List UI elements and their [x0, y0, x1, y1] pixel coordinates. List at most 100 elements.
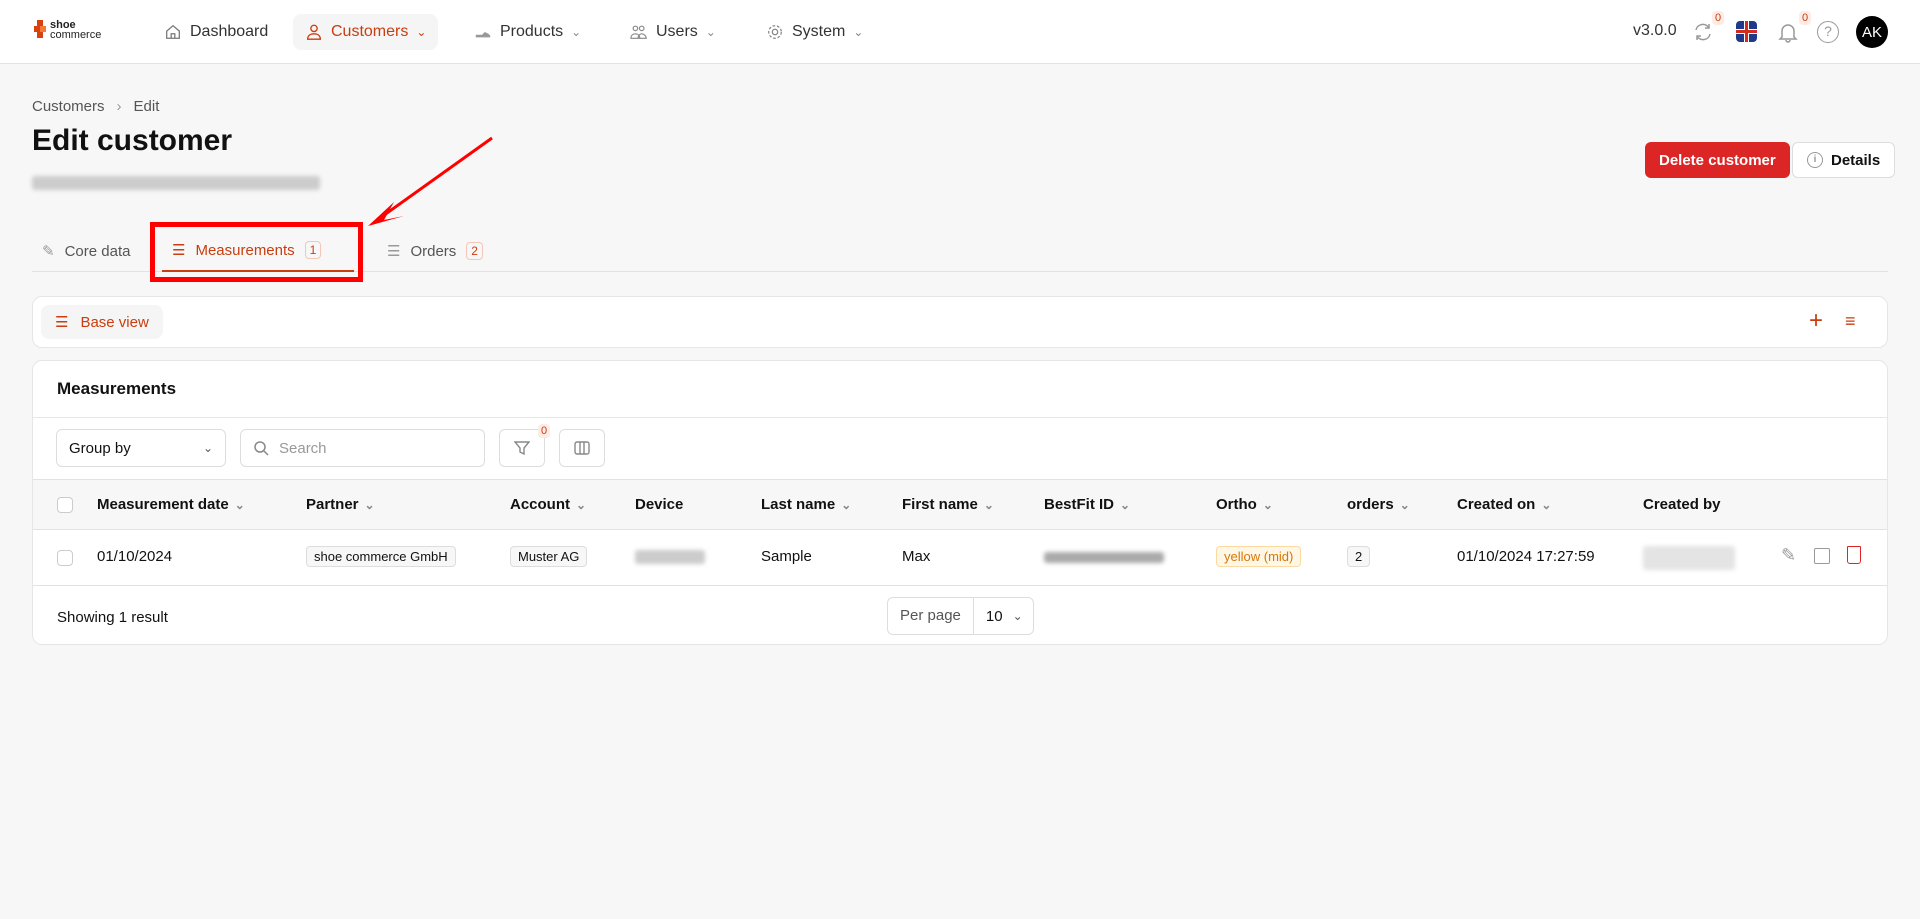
col-orders[interactable]: orders ⌄ — [1347, 496, 1410, 513]
avatar[interactable]: AK — [1856, 16, 1888, 48]
cell-account: Muster AG — [510, 546, 588, 567]
users-icon — [630, 25, 647, 39]
tab-label: Core data — [64, 242, 131, 260]
search-icon — [254, 441, 269, 456]
logo-text-2: commerce — [50, 29, 102, 41]
notifications-button[interactable]: 0 — [1777, 11, 1812, 43]
tab-core-data[interactable]: ✎ Core data — [32, 230, 140, 272]
details-label: Details — [1831, 151, 1881, 169]
chevron-down-icon: ⌄ — [571, 25, 582, 39]
sort-icon: ⌄ — [1399, 497, 1410, 512]
col-created-on[interactable]: Created on ⌄ — [1457, 496, 1551, 513]
nav-system[interactable]: System ⌄ — [754, 14, 875, 50]
details-button[interactable]: i Details — [1792, 142, 1896, 178]
filter-badge: 0 — [538, 424, 551, 438]
nav-users[interactable]: Users ⌄ — [618, 14, 728, 50]
edit-row-icon[interactable]: ✎ — [1781, 545, 1796, 566]
col-partner[interactable]: Partner ⌄ — [306, 496, 375, 513]
sort-icon: ⌄ — [841, 497, 852, 512]
top-navbar: shoe commerce Dashboard Customers ⌄ Produc… — [0, 0, 1920, 64]
base-view-label: Base view — [80, 313, 149, 331]
chevron-right-icon: › — [116, 98, 122, 115]
card-title: Measurements — [57, 379, 177, 398]
language-flag-uk[interactable] — [1736, 21, 1757, 42]
nav-label: System — [792, 23, 846, 40]
col-device: Device — [635, 496, 684, 513]
info-icon: i — [1807, 152, 1823, 168]
cell-bestfit-redacted — [1044, 552, 1164, 563]
gear-icon — [768, 25, 782, 39]
help-icon[interactable]: ? — [1817, 21, 1839, 43]
shoe-icon — [475, 32, 491, 38]
tab-label: Orders — [410, 242, 457, 260]
cell-device-redacted — [635, 550, 705, 564]
sort-icon: ⌄ — [1262, 497, 1273, 512]
chevron-down-icon: ⌄ — [202, 441, 213, 455]
measurements-card: Measurements Group by ⌄ Search 0 Measurem… — [32, 360, 1888, 645]
list-icon: ☰ — [387, 243, 401, 260]
breadcrumb-customers[interactable]: Customers — [32, 98, 105, 115]
edit-icon: ✎ — [42, 243, 55, 260]
delete-customer-button[interactable]: Delete customer — [1645, 142, 1790, 178]
filter-button[interactable]: 0 — [499, 424, 551, 467]
group-by-select[interactable]: Group by ⌄ — [56, 429, 226, 467]
col-measurement-date[interactable]: Measurement date ⌄ — [97, 496, 245, 513]
archive-row-icon[interactable] — [1814, 548, 1830, 564]
per-page-value: 10 — [985, 607, 1003, 625]
logo-mark-icon — [34, 20, 46, 40]
search-input[interactable]: Search — [240, 429, 485, 467]
delete-row-icon[interactable] — [1847, 546, 1861, 564]
nav-label: Customers — [331, 23, 409, 40]
customer-subtitle-redacted — [32, 176, 320, 190]
cell-created-on: 01/10/2024 17:27:59 — [1457, 548, 1595, 565]
base-view-button[interactable]: ☰ Base view — [41, 305, 163, 339]
bell-icon — [1778, 24, 1798, 43]
row-checkbox[interactable] — [57, 550, 73, 566]
cell-first-name: Max — [902, 548, 931, 565]
ortho-badge: yellow (mid) — [1216, 546, 1302, 567]
col-last-name[interactable]: Last name ⌄ — [761, 496, 851, 513]
nav-label: Users — [656, 23, 698, 40]
chevron-down-icon: ⌄ — [853, 25, 864, 39]
per-page-label: Per page — [888, 598, 974, 634]
sync-icon — [1695, 23, 1711, 41]
nav-label: Dashboard — [190, 23, 269, 40]
user-icon — [307, 24, 321, 40]
nav-products[interactable]: Products ⌄ — [462, 14, 593, 50]
chevron-down-icon: ⌄ — [705, 25, 716, 39]
col-ortho[interactable]: Ortho ⌄ — [1216, 496, 1273, 513]
chevron-down-icon: ⌄ — [1012, 609, 1023, 623]
logo[interactable]: shoe commerce — [34, 20, 102, 41]
group-by-label: Group by — [69, 439, 131, 457]
columns-button[interactable] — [559, 429, 605, 467]
page-title: Edit customer — [32, 124, 233, 157]
highlight-box-annotation — [150, 222, 363, 282]
nav-label: Products — [500, 23, 564, 40]
notifications-badge: 0 — [1799, 11, 1812, 25]
col-account[interactable]: Account ⌄ — [510, 496, 586, 513]
sync-button[interactable]: 0 — [1692, 11, 1725, 43]
tab-orders[interactable]: ☰ Orders 2 — [377, 230, 493, 272]
manage-views-icon[interactable]: ≡ — [1845, 311, 1856, 332]
add-view-button[interactable]: + — [1809, 309, 1823, 333]
filter-icon — [514, 441, 530, 456]
search-placeholder: Search — [279, 439, 327, 457]
sort-icon: ⌄ — [576, 497, 587, 512]
red-arrow-annotation — [368, 136, 493, 226]
col-first-name[interactable]: First name ⌄ — [902, 496, 994, 513]
nav-dashboard[interactable]: Dashboard — [152, 14, 280, 50]
nav-customers[interactable]: Customers ⌄ — [293, 14, 439, 50]
col-bestfit-id[interactable]: BestFit ID ⌄ — [1044, 496, 1130, 513]
per-page-select[interactable]: Per page 10 ⌄ — [887, 597, 1034, 635]
sort-icon: ⌄ — [1541, 497, 1552, 512]
cell-orders: 2 — [1347, 546, 1371, 567]
sort-icon: ⌄ — [1120, 497, 1131, 512]
table-header: Measurement date ⌄ Partner ⌄ Account ⌄ Devi… — [33, 479, 1887, 530]
views-bar: ☰ Base view + ≡ — [32, 296, 1888, 348]
sort-icon: ⌄ — [983, 497, 994, 512]
select-all-checkbox[interactable] — [57, 497, 73, 513]
cell-partner: shoe commerce GmbH — [306, 546, 456, 567]
table-row[interactable]: 01/10/2024 shoe commerce GmbH Muster AG … — [33, 530, 1887, 586]
home-icon — [166, 24, 180, 39]
cell-last-name: Sample — [761, 548, 812, 565]
